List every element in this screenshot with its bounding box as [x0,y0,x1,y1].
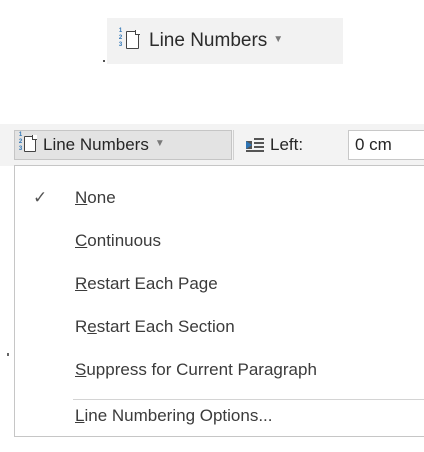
menu-item-label: Suppress for Current Paragraph [75,360,317,379]
line-numbers-menu: ✓ None Continuous Restart Each Page Rest… [14,165,424,437]
indent-left-icon [246,138,264,152]
menu-item-restart-each-page[interactable]: Restart Each Page [15,264,424,304]
menu-item-label: Restart Each Section [75,317,235,336]
menu-item-line-numbering-options[interactable]: Line Numbering Options... [15,396,424,436]
checkmark-icon: ✓ [33,188,48,207]
menu-item-label: None [75,188,116,207]
indent-left-input[interactable]: 0 cm [348,130,424,160]
menu-item-label: Continuous [75,231,162,250]
line-numbers-dropdown-button[interactable]: 123 Line Numbers ▼ [14,130,232,160]
line-numbers-dropdown-label: Line Numbers [43,135,149,154]
menu-item-continuous[interactable]: Continuous [15,221,424,261]
menu-item-restart-each-section[interactable]: Restart Each Section [15,307,424,347]
indent-left-group: Left: [246,130,303,160]
stray-dot [103,60,105,62]
line-numbers-label: Line Numbers [149,30,268,51]
chevron-down-icon: ▼ [154,137,165,149]
menu-item-suppress-current-paragraph[interactable]: Suppress for Current Paragraph [15,350,424,390]
menu-item-none[interactable]: ✓ None [15,178,424,218]
stray-dot [7,353,9,356]
line-numbers-icon: 123 [117,28,143,52]
menu-item-label: Restart Each Page [75,274,218,293]
ribbon-divider [233,130,234,160]
line-numbers-icon: 123 [17,132,39,156]
line-numbers-button-preview[interactable]: 123 Line Numbers ▼ [107,18,343,64]
chevron-down-icon: ▼ [273,33,284,45]
menu-item-label: Line Numbering Options... [75,406,273,425]
ribbon-row: 123 Line Numbers ▼ Left: 0 cm [0,124,424,166]
indent-left-label: Left: [270,135,304,154]
